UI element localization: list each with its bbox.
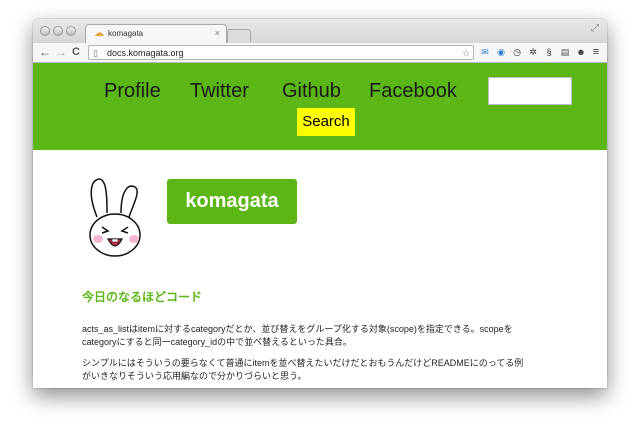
header-banner: Profile Twitter Github Facebook Search [33, 63, 607, 150]
logo-speech-bubble: komagata [167, 179, 297, 224]
browser-tab[interactable]: ☁ komagata × [85, 24, 227, 43]
nav-twitter-link[interactable]: Twitter [190, 79, 249, 103]
nav-github-link[interactable]: Github [282, 79, 341, 103]
address-bar[interactable]: ▯ docs.komagata.org ☆ [88, 45, 474, 60]
paragraph-1-line-1: acts_as_listはitemに対するcategoryだとか、並び替えをグル… [82, 324, 513, 334]
logo-text: komagata [185, 190, 279, 212]
note-extension-icon[interactable]: ▤ [559, 46, 571, 58]
menu-icon[interactable]: ≡ [590, 46, 602, 58]
web-page: Profile Twitter Github Facebook Search k… [33, 63, 607, 388]
search-button[interactable]: Search [297, 108, 355, 136]
favicon-icon: ☁ [94, 28, 104, 39]
puzzle-extension-icon[interactable]: § [543, 46, 555, 58]
face-extension-icon[interactable]: ☻ [575, 46, 587, 58]
tab-title: komagata [108, 29, 144, 38]
url-text: docs.komagata.org [107, 48, 184, 58]
nav-profile-link[interactable]: Profile [104, 79, 161, 103]
gear-extension-icon[interactable]: ✲ [527, 46, 539, 58]
clock-extension-icon[interactable]: ◷ [511, 46, 523, 58]
close-window-button[interactable] [40, 26, 50, 36]
rabbit-logo-icon [89, 178, 141, 257]
reload-button[interactable]: C [72, 44, 80, 60]
tab-strip: ☁ komagata × ⤢ [33, 19, 607, 43]
new-tab-button[interactable] [227, 29, 251, 42]
paragraph-2-line-1: シンプルにはそういうの要らなくて普通にitemを並べ替えたいだけだとおもうんだけ… [82, 358, 524, 368]
bookmark-star-icon[interactable]: ☆ [462, 47, 470, 59]
section-heading: 今日のなるほどコード [82, 290, 203, 304]
browser-window: ☁ komagata × ⤢ ← → C ▯ docs.komagata.org… [33, 19, 607, 388]
forward-button[interactable]: → [55, 44, 67, 60]
back-button[interactable]: ← [39, 44, 51, 60]
search-input[interactable] [488, 77, 572, 105]
browser-toolbar: ← → C ▯ docs.komagata.org ☆ ✉ ◉ ◷ ✲ § ▤ … [33, 43, 607, 63]
mail-extension-icon[interactable]: ✉ [479, 46, 491, 58]
nav-facebook-link[interactable]: Facebook [369, 79, 457, 103]
page-icon: ▯ [93, 48, 98, 58]
extension-icon[interactable]: ◉ [495, 46, 507, 58]
paragraph-1-line-2: categoryにすると同一category_idの中で並べ替えるといった具合。 [82, 337, 352, 347]
paragraph-2-line-2: がいきなりそういう応用編なので分かりづらいと思う。 [82, 371, 307, 381]
minimize-window-button[interactable] [53, 26, 63, 36]
maximize-window-button[interactable] [66, 26, 76, 36]
fullscreen-icon[interactable]: ⤢ [591, 24, 599, 34]
tab-close-icon[interactable]: × [215, 27, 220, 39]
